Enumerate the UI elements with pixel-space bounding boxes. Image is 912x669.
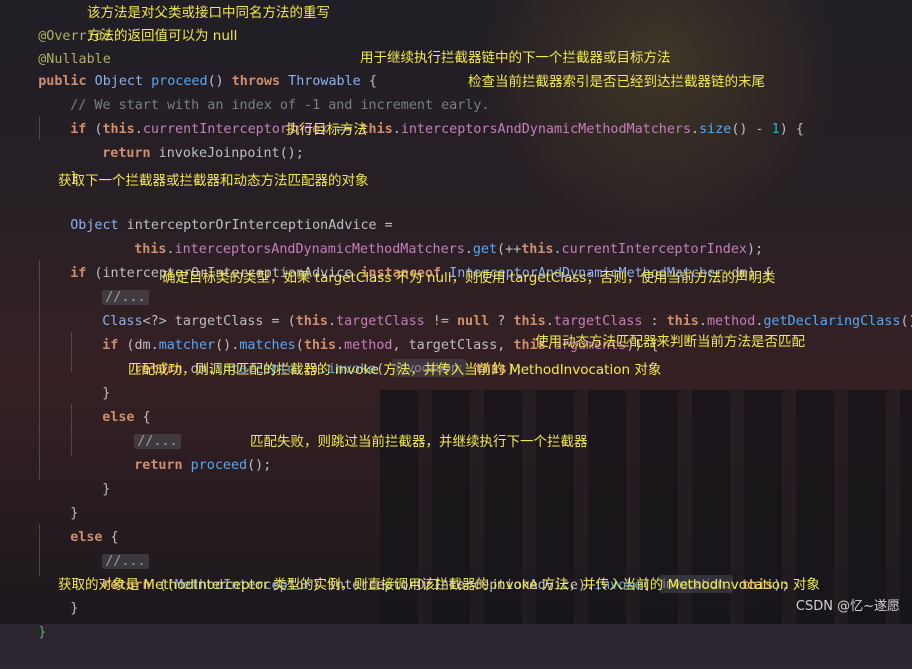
code-line-fold: //... [70, 262, 149, 305]
code-line-get-next: this.interceptorsAndDynamicMethodMatcher… [102, 214, 763, 257]
punct: ()); [900, 314, 912, 329]
brace: } [70, 601, 79, 616]
brace: } [38, 625, 47, 640]
code-line-else: else { [38, 502, 118, 545]
comment-match-success: 匹配成功，则调用匹配的拦截器的 invoke 方法，并传入当前的 MethodI… [128, 362, 662, 378]
code-line-comment: // We start with an index of -1 and incr… [38, 70, 489, 113]
punct: ) { [779, 122, 804, 137]
code-line-object-decl: Object interceptorOrInterceptionAdvice = [38, 190, 392, 233]
comment-method-interceptor: 获取的对象是 MethodInterceptor 类型的实例，则直接调用该拦截器… [58, 577, 820, 593]
brace: } [102, 482, 111, 497]
comment-nullable: 方法的返回值可以为 null [87, 28, 238, 44]
code-line-target-class: Class<?> targetClass = (this.targetClass… [70, 286, 912, 329]
comment-override: 该方法是对父类或接口中同名方法的重写 [87, 5, 330, 21]
code-line-if-index: if (this.currentInterceptorIndex == this… [38, 94, 804, 137]
comment-execute-target: 执行目标方法 [286, 122, 367, 138]
punct: . [392, 122, 401, 137]
code-line-fold: //... [102, 406, 181, 449]
punct: () - [731, 122, 772, 137]
keyword-return: return [102, 146, 151, 161]
code-line-else: else { [70, 382, 150, 425]
code-line-method-interceptor-invoke: return ((MethodInterceptor) interceptorO… [70, 550, 789, 593]
number-literal: 1 [771, 122, 780, 137]
keyword-this: this [666, 314, 699, 329]
method-size: size [699, 122, 732, 137]
punct: . [691, 122, 700, 137]
code-line-instanceof: if (interceptorOrInterceptionAdvice inst… [38, 238, 771, 281]
field-method: method [706, 314, 756, 329]
comment-proceed: 用于继续执行拦截器链中的下一个拦截器或目标方法 [360, 50, 671, 66]
code-line-close-brace: } [70, 454, 110, 497]
code-line-close-brace: } [38, 478, 78, 521]
comment-check-index: 检查当前拦截器索引是否已经到达拦截器链的末尾 [468, 74, 765, 90]
code-line-invoke-interceptor: return dm.interceptor().invoke( invocati… [102, 334, 523, 377]
method-proceed: proceed [182, 458, 248, 473]
keyword-return: return [134, 458, 183, 473]
code-line-close-brace: } [38, 142, 78, 185]
field-matchers: interceptorsAndDynamicMethodMatchers [400, 122, 692, 137]
code-line-return-joinpoint: return invokeJoinpoint(); [70, 118, 304, 161]
code-line-method-signature: public Object proceed() throws Throwable… [6, 46, 377, 89]
punct: (); [247, 458, 272, 473]
code-line-close-brace: } [6, 597, 46, 640]
comment-match-fail: 匹配失败，则跳过当前拦截器，并继续执行下一个拦截器 [250, 434, 588, 450]
code-line-return-proceed: return proceed(); [102, 430, 271, 473]
punct: (); [279, 146, 304, 161]
punct: . [698, 314, 707, 329]
method-invoke-joinpoint: invokeJoinpoint [150, 146, 280, 161]
watermark: CSDN @忆~遂愿 [795, 599, 900, 614]
method-get-declaring-class: getDeclaringClass [763, 314, 901, 329]
comment-dynamic-matcher: 使用动态方法匹配器来判断当前方法是否匹配 [535, 334, 805, 350]
code-line-fold: //... [70, 526, 149, 569]
code-editor[interactable]: @Override 该方法是对父类或接口中同名方法的重写 @Nullable 方… [0, 0, 912, 640]
code-line-close-brace: } [70, 358, 110, 401]
